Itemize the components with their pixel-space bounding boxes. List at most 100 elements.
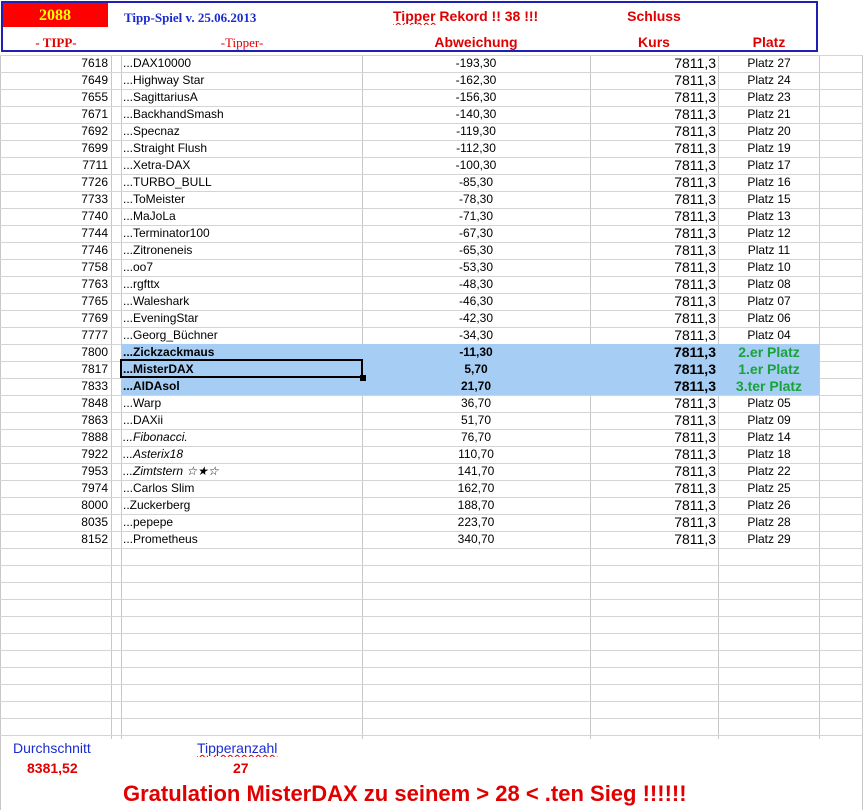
price-cell[interactable]: 7811,3 xyxy=(592,480,716,497)
place-cell[interactable]: Platz 07 xyxy=(720,293,818,310)
tipper-name-cell[interactable]: ...Warp xyxy=(123,395,361,412)
price-cell[interactable]: 7811,3 xyxy=(592,514,716,531)
tipp-cell[interactable]: 7744 xyxy=(2,225,108,242)
price-cell[interactable]: 7811,3 xyxy=(592,378,716,395)
tipp-cell[interactable]: 7733 xyxy=(2,191,108,208)
deviation-cell[interactable]: -42,30 xyxy=(364,310,588,327)
place-cell[interactable]: Platz 05 xyxy=(720,395,818,412)
price-cell[interactable]: 7811,3 xyxy=(592,89,716,106)
price-cell[interactable]: 7811,3 xyxy=(592,123,716,140)
place-cell[interactable]: Platz 19 xyxy=(720,140,818,157)
tipper-name-cell[interactable]: ..Zuckerberg xyxy=(123,497,361,514)
deviation-cell[interactable]: -193,30 xyxy=(364,55,588,72)
deviation-cell[interactable]: 141,70 xyxy=(364,463,588,480)
tipp-cell[interactable]: 7763 xyxy=(2,276,108,293)
tipper-name-cell[interactable]: ...Xetra-DAX xyxy=(123,157,361,174)
price-cell[interactable]: 7811,3 xyxy=(592,157,716,174)
price-cell[interactable]: 7811,3 xyxy=(592,446,716,463)
cell-selection[interactable] xyxy=(120,359,363,378)
price-cell[interactable]: 7811,3 xyxy=(592,55,716,72)
deviation-cell[interactable]: -46,30 xyxy=(364,293,588,310)
tipper-name-cell[interactable]: ...rgfttx xyxy=(123,276,361,293)
price-cell[interactable]: 7811,3 xyxy=(592,140,716,157)
tipp-cell[interactable]: 8152 xyxy=(2,531,108,548)
place-cell[interactable]: 2.er Platz xyxy=(720,344,818,361)
price-cell[interactable]: 7811,3 xyxy=(592,259,716,276)
deviation-cell[interactable]: -140,30 xyxy=(364,106,588,123)
price-cell[interactable]: 7811,3 xyxy=(592,310,716,327)
place-cell[interactable]: Platz 20 xyxy=(720,123,818,140)
deviation-cell[interactable]: 21,70 xyxy=(364,378,588,395)
tipp-cell[interactable]: 7692 xyxy=(2,123,108,140)
tipper-name-cell[interactable]: ...Waleshark xyxy=(123,293,361,310)
deviation-cell[interactable]: -48,30 xyxy=(364,276,588,293)
tipp-cell[interactable]: 7888 xyxy=(2,429,108,446)
place-cell[interactable]: Platz 28 xyxy=(720,514,818,531)
tipper-name-cell[interactable]: ...Carlos Slim xyxy=(123,480,361,497)
price-cell[interactable]: 7811,3 xyxy=(592,395,716,412)
tipper-name-cell[interactable]: ...ToMeister xyxy=(123,191,361,208)
place-cell[interactable]: Platz 06 xyxy=(720,310,818,327)
price-cell[interactable]: 7811,3 xyxy=(592,412,716,429)
place-cell[interactable]: Platz 16 xyxy=(720,174,818,191)
price-cell[interactable]: 7811,3 xyxy=(592,106,716,123)
tipp-cell[interactable]: 7649 xyxy=(2,72,108,89)
tipp-cell[interactable]: 7922 xyxy=(2,446,108,463)
price-cell[interactable]: 7811,3 xyxy=(592,174,716,191)
tipp-cell[interactable]: 7817 xyxy=(2,361,108,378)
tipper-name-cell[interactable]: ...oo7 xyxy=(123,259,361,276)
tipp-cell[interactable]: 7833 xyxy=(2,378,108,395)
tipp-cell[interactable]: 7777 xyxy=(2,327,108,344)
place-cell[interactable]: Platz 17 xyxy=(720,157,818,174)
tipp-cell[interactable]: 7618 xyxy=(2,55,108,72)
deviation-cell[interactable]: -65,30 xyxy=(364,242,588,259)
price-cell[interactable]: 7811,3 xyxy=(592,497,716,514)
tipper-name-cell[interactable]: ...Fibonacci. xyxy=(123,429,361,446)
place-cell[interactable]: Platz 21 xyxy=(720,106,818,123)
place-cell[interactable]: Platz 15 xyxy=(720,191,818,208)
tipper-name-cell[interactable]: ...pepepe xyxy=(123,514,361,531)
place-cell[interactable]: 3.ter Platz xyxy=(720,378,818,395)
deviation-cell[interactable]: 162,70 xyxy=(364,480,588,497)
price-cell[interactable]: 7811,3 xyxy=(592,429,716,446)
price-cell[interactable]: 7811,3 xyxy=(592,344,716,361)
tipper-count-value[interactable]: 27 xyxy=(233,760,273,777)
place-cell[interactable]: Platz 13 xyxy=(720,208,818,225)
deviation-cell[interactable]: -156,30 xyxy=(364,89,588,106)
tipper-name-cell[interactable]: ...DAX10000 xyxy=(123,55,361,72)
tipper-count-label[interactable]: Tipperanzahl xyxy=(197,740,307,757)
tipp-cell[interactable]: 8000 xyxy=(2,497,108,514)
tipp-cell[interactable]: 7726 xyxy=(2,174,108,191)
price-cell[interactable]: 7811,3 xyxy=(592,225,716,242)
tipp-cell[interactable]: 7740 xyxy=(2,208,108,225)
tipper-name-cell[interactable]: ...Terminator100 xyxy=(123,225,361,242)
price-cell[interactable]: 7811,3 xyxy=(592,72,716,89)
average-label[interactable]: Durchschnitt xyxy=(13,740,113,757)
tipper-name-cell[interactable]: ...AIDAsol xyxy=(123,378,361,395)
place-cell[interactable]: Platz 25 xyxy=(720,480,818,497)
tipper-name-cell[interactable]: ...Zitroneneis xyxy=(123,242,361,259)
place-cell[interactable]: Platz 04 xyxy=(720,327,818,344)
price-cell[interactable]: 7811,3 xyxy=(592,463,716,480)
deviation-cell[interactable]: -119,30 xyxy=(364,123,588,140)
place-cell[interactable]: Platz 24 xyxy=(720,72,818,89)
place-cell[interactable]: 1.er Platz xyxy=(720,361,818,378)
average-value[interactable]: 8381,52 xyxy=(27,760,107,777)
deviation-cell[interactable]: -112,30 xyxy=(364,140,588,157)
tipp-cell[interactable]: 7671 xyxy=(2,106,108,123)
deviation-cell[interactable]: 223,70 xyxy=(364,514,588,531)
price-cell[interactable]: 7811,3 xyxy=(592,208,716,225)
tipp-cell[interactable]: 7863 xyxy=(2,412,108,429)
deviation-cell[interactable]: -162,30 xyxy=(364,72,588,89)
tipper-name-cell[interactable]: ...Prometheus xyxy=(123,531,361,548)
place-cell[interactable]: Platz 10 xyxy=(720,259,818,276)
deviation-cell[interactable]: -34,30 xyxy=(364,327,588,344)
tipper-name-cell[interactable]: ...DAXii xyxy=(123,412,361,429)
deviation-cell[interactable]: 51,70 xyxy=(364,412,588,429)
tipper-name-cell[interactable]: ...Georg_Büchner xyxy=(123,327,361,344)
tipp-cell[interactable]: 7800 xyxy=(2,344,108,361)
tipp-cell[interactable]: 8035 xyxy=(2,514,108,531)
tipper-name-cell[interactable]: ...Asterix18 xyxy=(123,446,361,463)
deviation-cell[interactable]: 340,70 xyxy=(364,531,588,548)
deviation-cell[interactable]: -71,30 xyxy=(364,208,588,225)
